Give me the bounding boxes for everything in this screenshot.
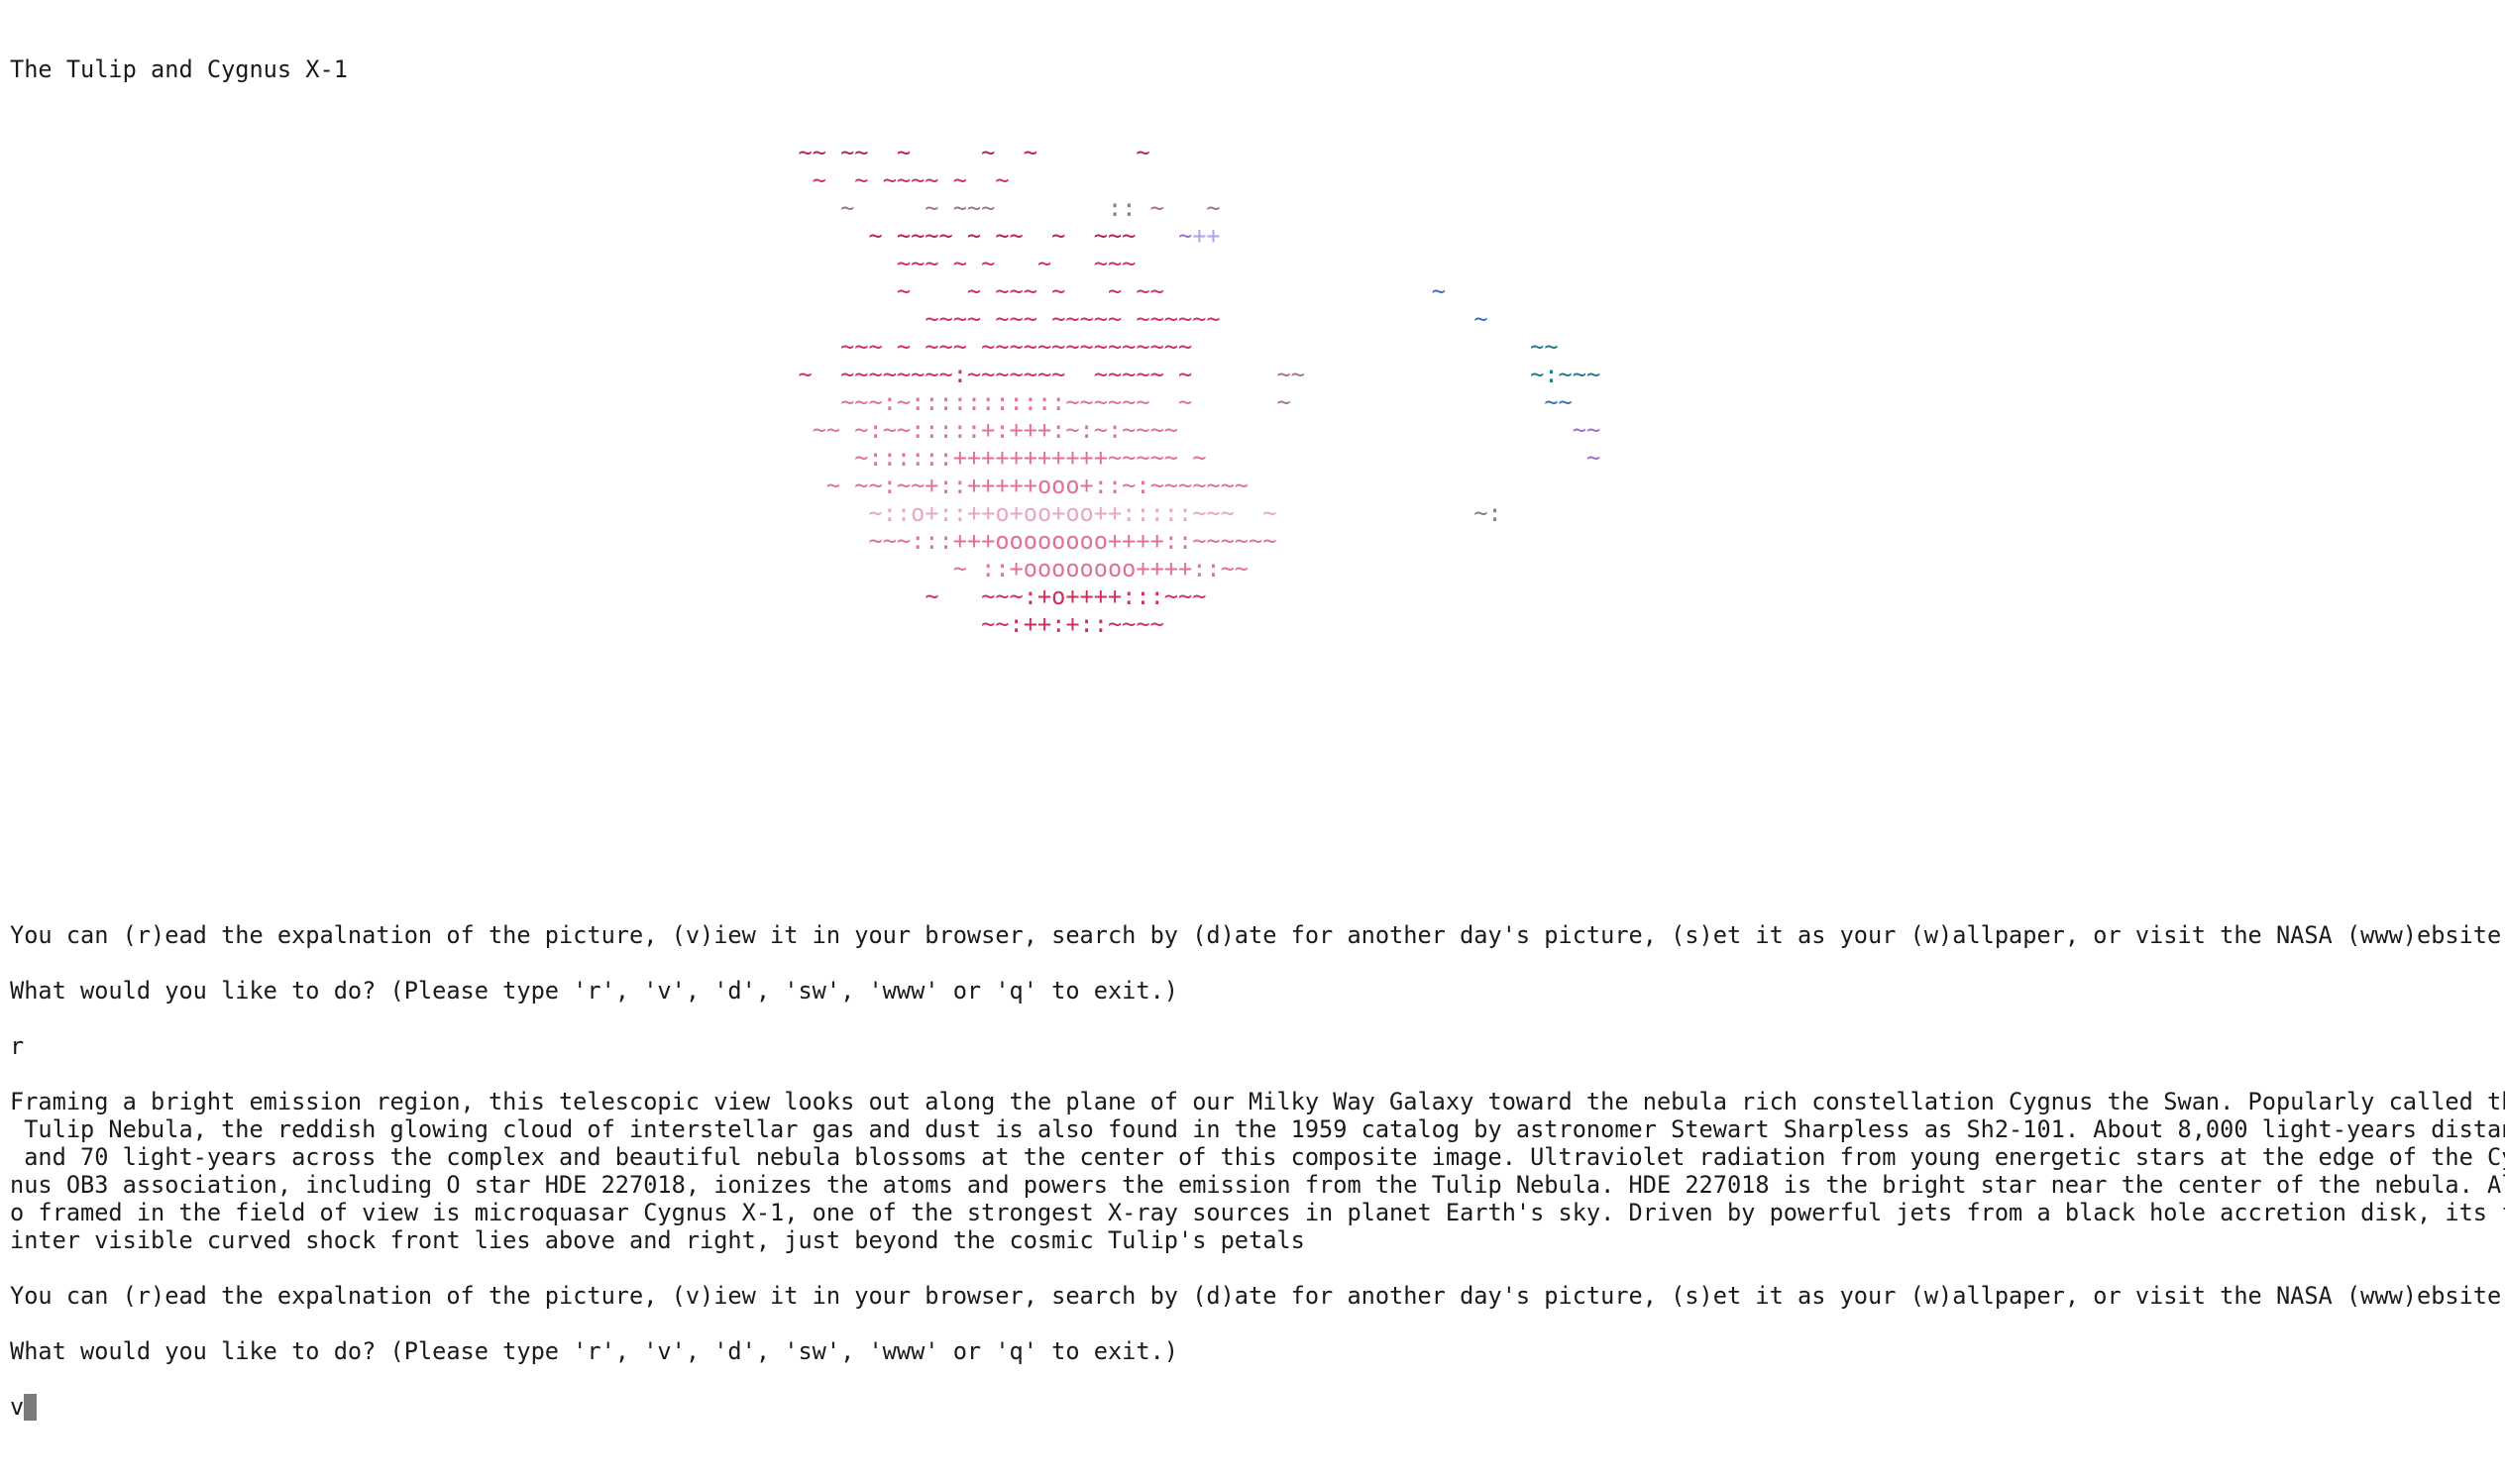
ascii-art-segment: ~~:++:+::~~~~ [981, 610, 1164, 638]
ascii-art-segment: ~~ ~~ ~ ~ ~ ~ [798, 139, 1150, 166]
ascii-art-segment [1206, 444, 1586, 472]
ascii-art-segment: ~ ~~~~ ~ ~~ ~ ~~~ [868, 222, 1137, 250]
ascii-art-segment [10, 416, 813, 444]
explanation-line-2: Tulip Nebula, the reddish glowing cloud … [10, 1115, 2505, 1143]
ascii-art-segment [1221, 305, 1474, 333]
ascii-art-segment [1164, 277, 1432, 305]
ascii-art-row: ~~~ ~ ~ ~ ~~~ [10, 250, 1600, 277]
ascii-art-segment [10, 583, 925, 610]
question-line-2: What would you like to do? (Please type … [10, 1337, 1178, 1365]
ascii-art-segment: ~ ~~~:+o++++:::~~~ [925, 583, 1207, 610]
ascii-art-row: ~~~ ~ ~~~ ~~~~~~~~~~~~~~~ ~~ [10, 333, 1600, 361]
picture-title: The Tulip and Cygnus X-1 [10, 55, 348, 83]
ascii-art-segment: ~~~ ~ ~ ~ ~~~ [896, 250, 1137, 277]
ascii-art-segment: ~ ~ [1136, 194, 1221, 222]
ascii-art-segment: ~ ~ ~~~~ ~ ~ [812, 166, 1010, 194]
ascii-art-segment [10, 444, 854, 472]
ascii-art-segment [10, 222, 868, 250]
ascii-art-segment: ~~ [1572, 416, 1601, 444]
ascii-art-segment [10, 250, 897, 277]
ascii-art-row: ~~~:::+++oooooooo++++::~~~~~~ [10, 527, 1600, 555]
ascii-art-row: ~ ::+oooooooo++++::~~ [10, 555, 1600, 583]
ascii-art-segment [10, 277, 897, 305]
ascii-art-segment [10, 499, 868, 527]
ascii-art-segment [1192, 361, 1276, 388]
ascii-art-segment: ~~~:::+++oooooooo++++::~~~~~~ [868, 527, 1277, 555]
ascii-art-row: ~::::::+++++++++++~~~~~ ~ ~ [10, 444, 1600, 472]
ascii-art-segment: ~ ::+oooooooo++++::~~ [952, 555, 1250, 583]
terminal-window[interactable]: The Tulip and Cygnus X-1 ~~ ~~ ~ ~ ~ ~ ~… [10, 0, 2505, 1484]
ascii-art-segment: ~ [1473, 305, 1488, 333]
ascii-art-row: ~~ ~:~~:::::+:+++:~:~:~~~~ ~~ [10, 416, 1600, 444]
ascii-art-row: ~ ~~:~~+::+++++ooo+::~:~~~~~~~ [10, 472, 1600, 499]
explanation-line-6: inter visible curved shock front lies ab… [10, 1226, 1305, 1254]
ascii-art-segment: ~ ~ ~~~ [840, 194, 996, 222]
ascii-art-row: ~~~~ ~~~ ~~~~~ ~~~~~~ ~ [10, 305, 1600, 333]
ascii-art-segment: ~ [1178, 222, 1193, 250]
ascii-art-segment: ~~~:~:::::::::::~~~~~~ ~ [840, 388, 1193, 416]
ascii-art-segment: ~::::::+++++++++++~~~~~ ~ [854, 444, 1207, 472]
ascii-art-row: ~ ~~~:+o++++:::~~~ [10, 583, 1600, 610]
ascii-art-segment [10, 527, 868, 555]
ascii-art-segment: ~~~ ~ ~~~ ~~~~~~~~~~~~~~~ [840, 333, 1193, 361]
ascii-art-segment [1291, 388, 1545, 416]
ascii-art-row: ~ ~ ~~~ :: ~ ~ [10, 194, 1600, 222]
ascii-art-row: ~ ~ ~~~~ ~ ~ [10, 166, 1600, 194]
ascii-art-row: ~~ ~~ ~ ~ ~ ~ [10, 139, 1600, 166]
explanation-line-3: and 70 light-years across the complex an… [10, 1143, 2505, 1171]
ascii-art-segment [1276, 499, 1473, 527]
ascii-art-segment [10, 361, 798, 388]
ascii-art-segment [10, 333, 840, 361]
ascii-art-segment: ~~ [1544, 388, 1573, 416]
ascii-art-segment: ~~~~ ~~~ ~~~~~ ~~~~~~ [925, 305, 1221, 333]
ascii-art-segment [1136, 222, 1178, 250]
ascii-art-segment [10, 388, 840, 416]
ascii-art-segment: ~: [1473, 499, 1502, 527]
explanation-line-5: o framed in the field of view is microqu… [10, 1199, 2505, 1226]
ascii-art-row: ~ ~~~~~~~~:~~~~~~~ ~~~~~ ~ ~~ ~:~~~ [10, 361, 1600, 388]
ascii-art-segment: ~ ~~:~~+::+++++ooo+::~:~~~~~~~ [825, 472, 1250, 499]
question-line-1: What would you like to do? (Please type … [10, 977, 1178, 1005]
ascii-art-segment: ~~ [1530, 333, 1559, 361]
ascii-art-segment: ~~ [1276, 361, 1305, 388]
ascii-art-segment: ~~ ~:~~:::::+:+++:~:~:~~~~ [812, 416, 1178, 444]
ascii-art-row: ~ ~ ~~~ ~ ~ ~~ ~ [10, 277, 1600, 305]
ascii-art-segment [10, 139, 798, 166]
ascii-art-segment [1192, 333, 1530, 361]
options-line-1: You can (r)ead the expalnation of the pi… [10, 921, 2505, 949]
ascii-art-picture: ~~ ~~ ~ ~ ~ ~ ~ ~ ~~~~ ~ ~ ~ ~ ~~~ :: ~ … [10, 139, 1600, 638]
ascii-art-segment [10, 194, 840, 222]
ascii-art-segment [10, 166, 813, 194]
command-prompt-line[interactable]: v [10, 1393, 38, 1421]
user-input-1: r [10, 1032, 25, 1060]
ascii-art-segment [1305, 361, 1530, 388]
ascii-art-segment: ~::o+::++o+oo+oo++:::::~~~ ~ [868, 499, 1277, 527]
ascii-art-segment [995, 194, 1108, 222]
ascii-art-segment: ++ [1192, 222, 1221, 250]
user-input-2[interactable]: v [10, 1393, 24, 1421]
explanation-line-1: Framing a bright emission region, this t… [10, 1088, 2505, 1115]
ascii-art-row: ~::o+::++o+oo+oo++:::::~~~ ~ ~: [10, 499, 1600, 527]
ascii-art-segment: ~ [1431, 277, 1446, 305]
ascii-art-segment [10, 472, 826, 499]
ascii-art-segment [10, 610, 981, 638]
ascii-art-segment: ~ ~~~~~~~~:~~~~~~~ ~~~~~ ~ [798, 361, 1193, 388]
ascii-art-segment: ~:~~~ [1530, 361, 1601, 388]
ascii-art-segment [1192, 388, 1276, 416]
ascii-art-segment [10, 555, 953, 583]
options-line-2: You can (r)ead the expalnation of the pi… [10, 1282, 2505, 1310]
explanation-line-4: nus OB3 association, including O star HD… [10, 1171, 2505, 1199]
ascii-art-row: ~~~:~:::::::::::~~~~~~ ~ ~ ~~ [10, 388, 1600, 416]
ascii-art-segment: ~ [1276, 388, 1291, 416]
ascii-art-row: ~~:++:+::~~~~ [10, 610, 1600, 638]
ascii-art-segment [1178, 416, 1573, 444]
ascii-art-segment [10, 305, 925, 333]
ascii-art-segment: ~ [1585, 444, 1601, 472]
ascii-art-segment: :: [1107, 194, 1137, 222]
ascii-art-row: ~ ~~~~ ~ ~~ ~ ~~~ ~++ [10, 222, 1600, 250]
ascii-art-segment: ~ ~ ~~~ ~ ~ ~~ [896, 277, 1164, 305]
text-cursor [24, 1393, 38, 1421]
